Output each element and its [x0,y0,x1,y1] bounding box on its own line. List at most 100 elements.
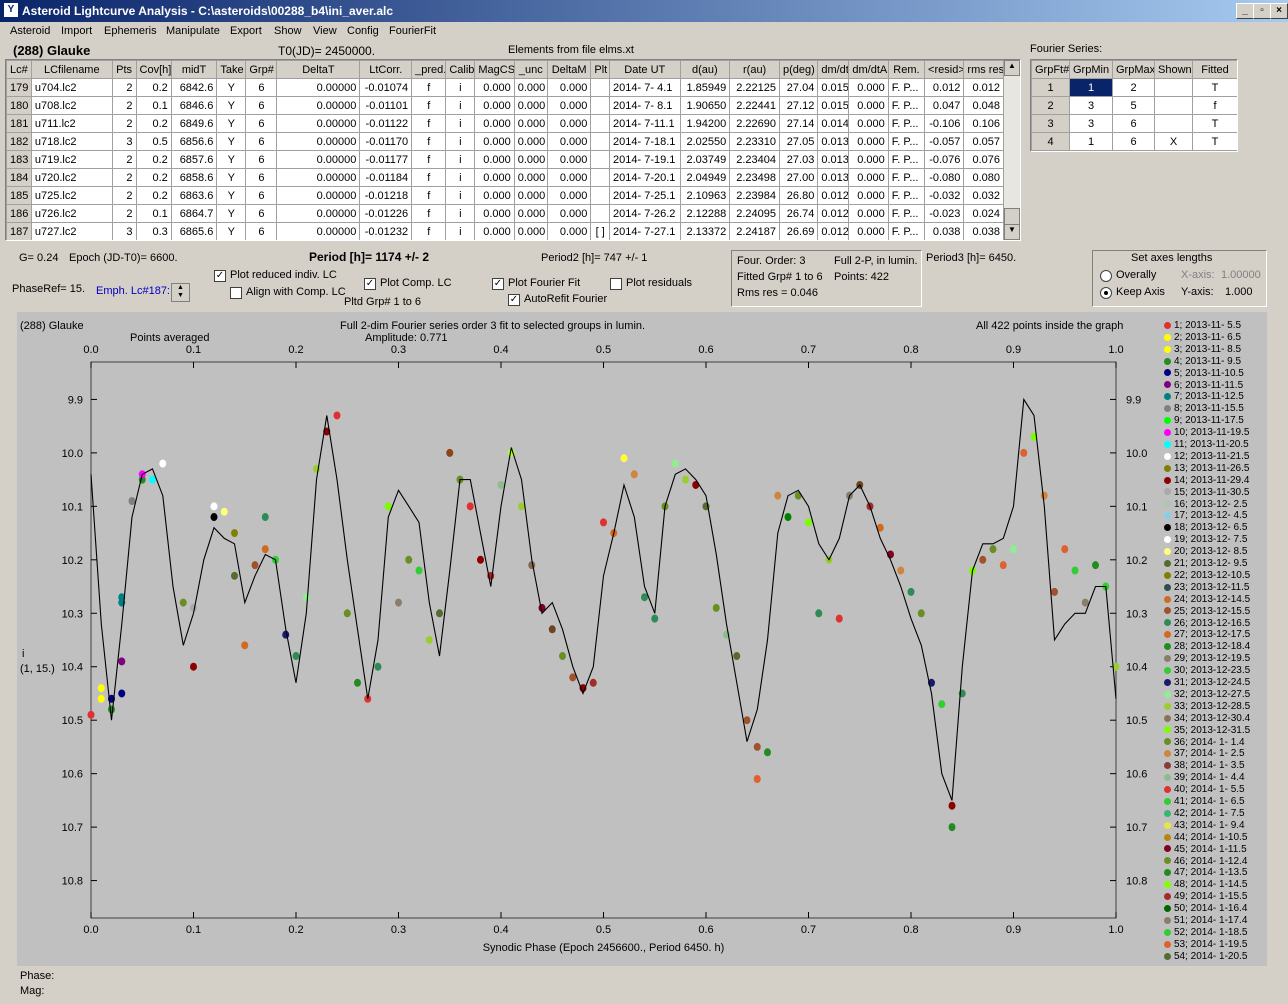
table-cell[interactable]: u704.lc2 [30,78,113,97]
table-cell[interactable]: F. P... [887,132,926,151]
table-cell[interactable]: 0.012 [817,186,850,205]
table-cell[interactable]: 1 [1069,78,1113,97]
table-cell[interactable]: 6 [245,96,278,115]
table-cell[interactable]: F. P... [887,222,926,240]
table-cell[interactable]: 2.23310 [729,132,780,151]
table-cell[interactable]: 2.13372 [679,222,731,240]
row-number[interactable]: 1 [1031,78,1070,97]
table-cell[interactable]: -0.01122 [359,114,413,133]
table-cell[interactable]: 6858.6 [170,168,218,187]
table-cell[interactable]: 0.2 [135,78,172,97]
table-cell[interactable]: 3 [1069,96,1113,115]
column-header[interactable]: Lc# [6,60,32,79]
table-cell[interactable]: -0.01232 [359,222,413,240]
table-cell[interactable]: 6 [245,222,278,240]
table-cell[interactable]: -0.01226 [359,204,413,223]
column-header[interactable]: dm/dt [817,60,850,79]
table-cell[interactable]: i [445,150,476,169]
table-cell[interactable]: 0.000 [474,204,515,223]
table-cell[interactable]: u708.lc2 [30,96,113,115]
table-cell[interactable]: 2.23498 [729,168,780,187]
table-cell[interactable] [1154,96,1193,115]
table-cell[interactable]: 2 [111,204,137,223]
table-cell[interactable]: 0.106 [963,114,1004,133]
column-header[interactable]: Take [216,60,247,79]
column-header[interactable]: Cov[h] [135,60,172,79]
table-cell[interactable]: 6864.7 [170,204,218,223]
table-cell[interactable]: 2014- 7- 4.1 [609,78,681,97]
column-header[interactable]: _unc [513,60,548,79]
table-cell[interactable]: -0.023 [924,204,965,223]
table-cell[interactable]: f [411,150,447,169]
table-cell[interactable] [590,96,611,115]
table-cell[interactable]: 2 [111,78,137,97]
table-cell[interactable]: 2.24095 [729,204,780,223]
plot-residuals-checkbox[interactable] [610,278,622,290]
table-cell[interactable]: 0.012 [963,78,1004,97]
table-cell[interactable]: 0.000 [513,132,548,151]
autorefit-checkbox[interactable]: ✓ [508,294,520,306]
table-cell[interactable]: 27.14 [778,114,819,133]
column-header[interactable]: midT [170,60,218,79]
title-bar[interactable]: Y Asteroid Lightcurve Analysis - C:\aste… [0,0,1288,22]
table-cell[interactable]: 0.000 [474,132,515,151]
column-header[interactable]: Plt [590,60,611,79]
table-cell[interactable]: 0.000 [513,114,548,133]
column-header[interactable]: dm/dtA [848,60,889,79]
y-axis-length[interactable]: 1.000 [1225,286,1253,298]
table-row[interactable]: 179 u704.lc2 2 0.2 6842.6 Y 6 0.00000 -0.01074 f i… [6,78,1004,97]
column-header[interactable]: r(au) [729,60,780,79]
table-cell[interactable]: 0.012 [817,204,850,223]
table-cell[interactable]: 0.00000 [276,150,361,169]
table-cell[interactable]: 0.000 [848,222,889,240]
table-cell[interactable]: 6 [245,168,278,187]
table-cell[interactable]: 6 [245,114,278,133]
column-header[interactable]: GrpFt# [1031,60,1070,79]
table-cell[interactable]: 27.03 [778,150,819,169]
table-row[interactable]: 180 u708.lc2 2 0.1 6846.6 Y 6 0.00000 -0.01101 f i… [6,96,1004,115]
table-cell[interactable]: 0.013 [817,168,850,187]
lightcurve-table[interactable]: Lc# LCfilename Pts Cov[h] midT Take Grp# DeltaT… [5,59,1021,241]
table-cell[interactable]: 1.94200 [679,114,731,133]
table-cell[interactable]: 0.000 [848,96,889,115]
table-cell[interactable]: 0.00000 [276,168,361,187]
table-cell[interactable]: 0.000 [513,222,548,240]
table-cell[interactable]: 0.000 [513,96,548,115]
table-cell[interactable]: T [1192,114,1237,133]
column-header[interactable]: GrpMax [1112,60,1155,79]
plot-fourier-checkbox[interactable]: ✓ [492,278,504,290]
table-cell[interactable]: 0.024 [963,204,1004,223]
table-cell[interactable]: 0.013 [817,150,850,169]
menu-asteroid[interactable]: Asteroid [10,25,50,37]
table-cell[interactable]: 0.1 [135,204,172,223]
table-cell[interactable]: 0.000 [513,186,548,205]
table-cell[interactable]: 2014- 7- 8.1 [609,96,681,115]
table-cell[interactable]: 0.038 [924,222,965,240]
table-cell[interactable]: 0.1 [135,96,172,115]
row-number[interactable]: 179 [6,78,32,97]
scroll-down-arrow-icon[interactable]: ▼ [1004,224,1020,240]
column-header[interactable]: GrpMin [1069,60,1113,79]
table-cell[interactable]: 0.032 [963,186,1004,205]
table-cell[interactable]: 0.00000 [276,78,361,97]
table-cell[interactable]: 0.000 [848,78,889,97]
table-cell[interactable]: Y [216,150,247,169]
column-header[interactable]: LtCorr. [359,60,413,79]
table-cell[interactable]: 2.04949 [679,168,731,187]
table-cell[interactable]: -0.01074 [359,78,413,97]
row-number[interactable]: 182 [6,132,32,151]
column-header[interactable]: Pts [111,60,137,79]
table-cell[interactable]: 6849.6 [170,114,218,133]
table-cell[interactable]: 0.000 [546,186,592,205]
menu-ephemeris[interactable]: Ephemeris [104,25,157,37]
table-cell[interactable]: 2014- 7-19.1 [609,150,681,169]
table-cell[interactable]: 27.05 [778,132,819,151]
table-cell[interactable]: 0.015 [817,96,850,115]
table-cell[interactable]: F. P... [887,96,926,115]
table-cell[interactable]: f [1192,96,1237,115]
table-cell[interactable]: f [411,132,447,151]
table-cell[interactable]: 6856.6 [170,132,218,151]
row-number[interactable]: 2 [1031,96,1070,115]
table-cell[interactable]: F. P... [887,114,926,133]
table-cell[interactable] [1154,114,1193,133]
